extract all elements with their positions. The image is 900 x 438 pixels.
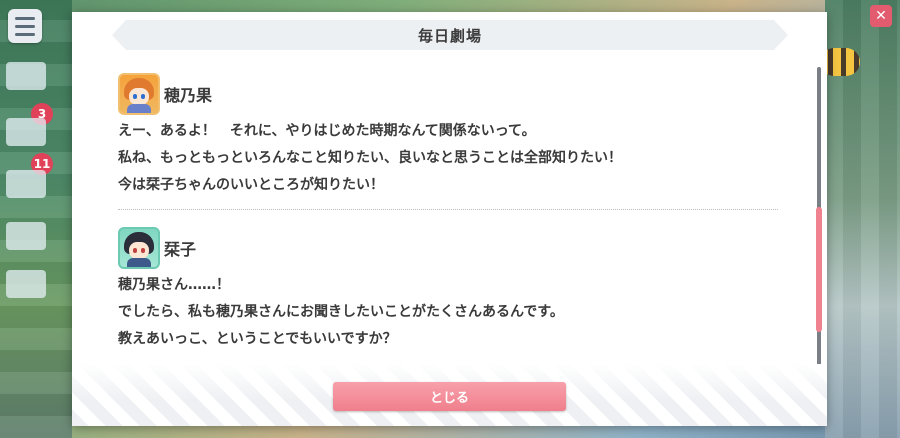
speaker-row: 穂乃果 — [118, 70, 778, 118]
dialogue-entry: 穂乃果 えー、あるよ！ それに、やりはじめた時期なんて関係ないって。 私ね、もっ… — [118, 70, 778, 210]
dialog-header: 毎日劇場 — [112, 20, 788, 50]
side-menu-tile[interactable] — [6, 62, 46, 90]
dialogue-line: 今は栞子ちゃんのいいところが知りたい！ — [118, 177, 384, 193]
scrollbar-thumb[interactable] — [816, 207, 822, 332]
side-menu-tile[interactable] — [6, 170, 46, 198]
dialogue-line: 穂乃果さん……！ — [118, 277, 230, 293]
dialogue-line: えー、あるよ！ それに、やりはじめた時期なんて関係ないって。 — [118, 123, 536, 139]
speaker-name: 栞子 — [164, 240, 197, 259]
dialogue-line: 教えあいっこ、ということでもいいですか？ — [118, 331, 397, 347]
dialogue-line: でしたら、私も穂乃果さんにお聞きしたいことがたくさんあるんです。 — [118, 304, 564, 320]
shioriko-avatar — [118, 227, 160, 269]
close-button[interactable]: とじる — [333, 382, 566, 411]
honoka-avatar — [118, 73, 160, 115]
dialog-content[interactable]: 穂乃果 えー、あるよ！ それに、やりはじめた時期なんて関係ないって。 私ね、もっ… — [118, 70, 778, 370]
dialogue-line: 私ね、もっともっといろんなこと知りたい、良いなと思うことは全部知りたい！ — [118, 150, 622, 166]
dialog-title: 毎日劇場 — [417, 26, 482, 45]
close-icon[interactable]: ✕ — [870, 5, 892, 27]
side-menu-tile[interactable] — [6, 222, 46, 250]
daily-theater-dialog: 毎日劇場 穂乃果 えー、あるよ！ それに、やりはじめた時期なんて関係ないって。 … — [72, 12, 827, 426]
speaker-name: 穂乃果 — [164, 86, 213, 105]
menu-icon[interactable] — [8, 9, 42, 43]
speaker-row: 栞子 — [118, 224, 778, 272]
side-menu-tile[interactable] — [6, 270, 46, 298]
side-menu-tile[interactable] — [6, 118, 46, 146]
dialogue-entry: 栞子 穂乃果さん……！ でしたら、私も穂乃果さんにお聞きしたいことがたくさんある… — [118, 210, 778, 366]
